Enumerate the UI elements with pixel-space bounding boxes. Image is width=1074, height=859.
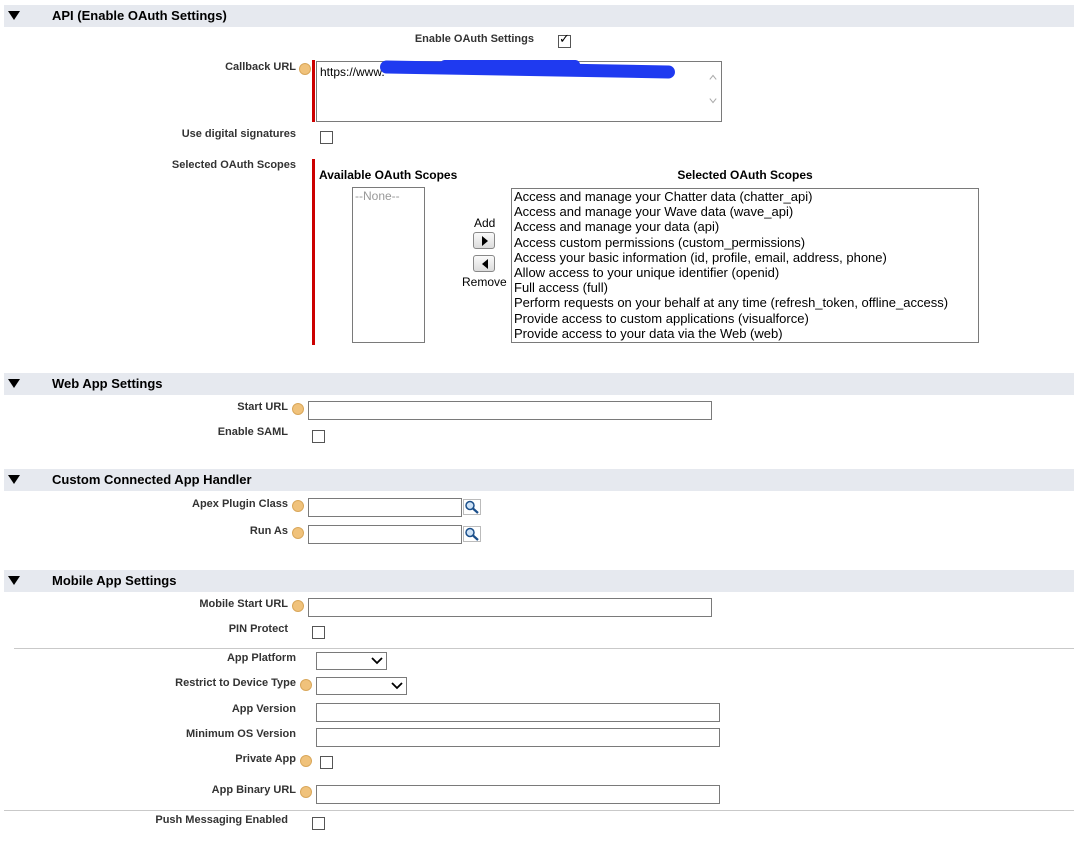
min-os-input[interactable] xyxy=(316,728,720,747)
app-platform-label: App Platform xyxy=(226,652,296,664)
enable-saml-checkbox[interactable] xyxy=(312,430,325,443)
private-app-label: Private App xyxy=(235,753,296,765)
app-binary-url-input[interactable] xyxy=(316,785,720,804)
list-item[interactable]: Access custom permissions (custom_permis… xyxy=(512,235,978,250)
help-icon[interactable] xyxy=(292,527,304,539)
selected-scopes-list[interactable]: Access and manage your Chatter data (cha… xyxy=(511,188,979,343)
list-item[interactable]: Provide access to your data via the Web … xyxy=(512,326,978,341)
mobile-start-url-label: Mobile Start URL xyxy=(199,598,288,610)
collapse-triangle-icon[interactable] xyxy=(8,11,20,20)
help-icon[interactable] xyxy=(292,500,304,512)
digital-signatures-label: Use digital signatures xyxy=(181,128,296,140)
app-version-label: App Version xyxy=(231,703,296,715)
help-icon[interactable] xyxy=(292,403,304,415)
available-scopes-header: Available OAuth Scopes xyxy=(319,168,458,182)
list-item[interactable]: Allow access to your unique identifier (… xyxy=(512,265,978,280)
list-item[interactable]: --None-- xyxy=(353,188,424,204)
digital-signatures-checkbox[interactable] xyxy=(320,131,333,144)
private-app-checkbox[interactable] xyxy=(320,756,333,769)
help-icon[interactable] xyxy=(292,600,304,612)
start-url-input[interactable] xyxy=(308,401,712,420)
start-url-label: Start URL xyxy=(237,401,288,413)
selected-scopes-header: Selected OAuth Scopes xyxy=(677,168,813,182)
enable-oauth-label: Enable OAuth Settings xyxy=(414,33,534,45)
scroll-up-icon[interactable] xyxy=(709,73,717,81)
push-messaging-label: Push Messaging Enabled xyxy=(155,814,288,826)
apex-plugin-input[interactable] xyxy=(308,498,462,517)
list-item[interactable]: Provide access to custom applications (v… xyxy=(512,311,978,326)
app-binary-url-label: App Binary URL xyxy=(211,784,296,796)
remove-button[interactable] xyxy=(473,255,495,272)
run-as-label: Run As xyxy=(249,525,288,537)
section-title: Custom Connected App Handler xyxy=(52,472,252,487)
list-item[interactable]: Access and manage your Wave data (wave_a… xyxy=(512,204,978,219)
section-title: Mobile App Settings xyxy=(52,573,177,588)
section-title: Web App Settings xyxy=(52,376,163,391)
remove-label: Remove xyxy=(462,275,507,289)
help-icon[interactable] xyxy=(299,63,311,75)
min-os-label: Minimum OS Version xyxy=(185,728,296,740)
push-messaging-checkbox[interactable] xyxy=(312,817,325,830)
section-header-mobile[interactable]: Mobile App Settings xyxy=(4,570,1074,592)
restrict-device-label: Restrict to Device Type xyxy=(175,677,296,689)
enable-saml-label: Enable SAML xyxy=(217,426,288,438)
selected-scopes-label: Selected OAuth Scopes xyxy=(171,159,296,171)
chevron-down-icon xyxy=(391,682,403,690)
divider xyxy=(14,648,1074,649)
list-item[interactable]: Access your basic information (id, profi… xyxy=(512,250,978,265)
section-header-api[interactable]: API (Enable OAuth Settings) xyxy=(4,5,1074,27)
callback-url-value: https://www. xyxy=(320,65,385,79)
help-icon[interactable] xyxy=(300,679,312,691)
divider xyxy=(4,810,1074,811)
list-item[interactable]: Access and manage your data (api) xyxy=(512,219,978,234)
required-indicator xyxy=(312,60,315,122)
callback-url-label: Callback URL xyxy=(225,61,296,73)
pin-protect-checkbox[interactable] xyxy=(312,626,325,639)
run-as-input[interactable] xyxy=(308,525,462,544)
app-version-input[interactable] xyxy=(316,703,720,722)
list-item[interactable]: Access and manage your Chatter data (cha… xyxy=(512,189,978,204)
add-label: Add xyxy=(474,216,496,230)
available-scopes-list[interactable]: --None-- xyxy=(352,187,425,343)
help-icon[interactable] xyxy=(300,755,312,767)
lookup-icon[interactable] xyxy=(463,526,481,542)
help-icon[interactable] xyxy=(300,786,312,798)
pin-protect-label: PIN Protect xyxy=(228,623,288,635)
section-header-web[interactable]: Web App Settings xyxy=(4,373,1074,395)
arrow-left-icon xyxy=(482,259,488,269)
restrict-device-select[interactable] xyxy=(316,677,407,695)
section-header-custom-handler[interactable]: Custom Connected App Handler xyxy=(4,469,1074,491)
mobile-start-url-input[interactable] xyxy=(308,598,712,617)
list-item[interactable]: Full access (full) xyxy=(512,280,978,295)
chevron-down-icon xyxy=(371,657,383,665)
collapse-triangle-icon[interactable] xyxy=(8,576,20,585)
lookup-icon[interactable] xyxy=(463,499,481,515)
list-item[interactable]: Perform requests on your behalf at any t… xyxy=(512,295,978,310)
redaction-scribble xyxy=(440,60,580,69)
arrow-right-icon xyxy=(482,236,488,246)
required-indicator xyxy=(312,159,315,345)
collapse-triangle-icon[interactable] xyxy=(8,379,20,388)
add-button[interactable] xyxy=(473,232,495,249)
apex-plugin-label: Apex Plugin Class xyxy=(192,498,288,510)
app-platform-select[interactable] xyxy=(316,652,387,670)
section-title: API (Enable OAuth Settings) xyxy=(52,8,227,23)
enable-oauth-checkbox[interactable] xyxy=(558,33,571,48)
scroll-down-icon[interactable] xyxy=(709,97,717,105)
collapse-triangle-icon[interactable] xyxy=(8,475,20,484)
